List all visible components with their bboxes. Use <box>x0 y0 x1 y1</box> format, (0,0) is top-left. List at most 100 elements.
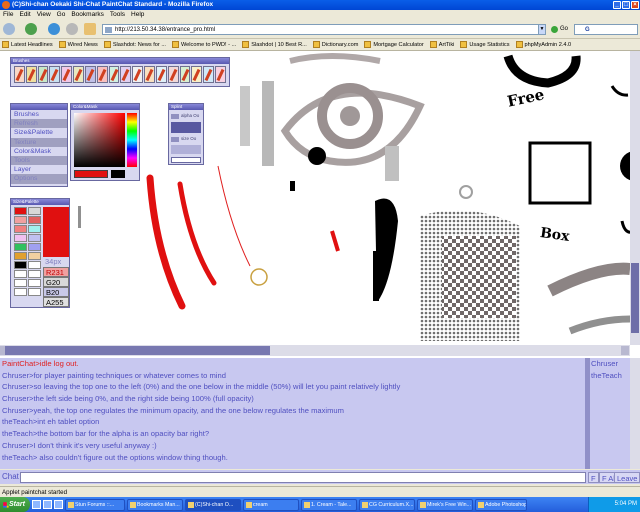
palette-swatch[interactable] <box>28 261 41 269</box>
tools-panel[interactable]: Brushes Refresh Size&Palette Texture Col… <box>10 103 68 187</box>
dodge-brush[interactable] <box>84 66 96 83</box>
chat-input[interactable] <box>20 472 586 483</box>
color-mask-panel[interactable]: Color&Mask <box>70 103 140 181</box>
tool-layer[interactable]: Layer <box>11 165 67 174</box>
bookmark-item[interactable]: Latest Headlines <box>0 39 57 50</box>
brushes-panel[interactable]: Brushes <box>10 57 230 87</box>
alpha-slider[interactable]: alpha Oo <box>169 113 203 119</box>
start-button[interactable]: Start <box>0 497 30 512</box>
menu-view[interactable]: View <box>37 10 51 20</box>
bookmark-item[interactable]: ArtTiki <box>428 39 459 50</box>
home-icon[interactable] <box>84 23 96 35</box>
opacity-bar[interactable] <box>171 157 201 163</box>
palette-swatch[interactable] <box>28 288 41 296</box>
palette-swatch[interactable] <box>14 252 27 260</box>
palette-swatch[interactable] <box>14 225 27 233</box>
alpha-value[interactable]: A255 <box>43 297 69 307</box>
bookmark-item[interactable]: Mortgage Calculator <box>362 39 427 50</box>
palette-swatch[interactable] <box>28 207 41 215</box>
taskbar-item[interactable]: 1. Cream - Tale... <box>301 498 357 511</box>
taskbar-item[interactable]: CG Curriculum.X... <box>359 498 415 511</box>
burn-brush[interactable] <box>96 66 108 83</box>
alpha-panel[interactable]: Splint alpha Oo size Oo <box>168 103 204 165</box>
palette-swatch[interactable] <box>28 279 41 287</box>
menu-help[interactable]: Help <box>131 10 144 20</box>
palette-swatch[interactable] <box>28 234 41 242</box>
taskbar-item[interactable]: Adobe Photoshop <box>475 498 527 511</box>
close-button[interactable]: × <box>631 1 639 9</box>
palette-swatch[interactable] <box>14 234 27 242</box>
bookmark-item[interactable]: Wired News <box>57 39 102 50</box>
current-color-swatch[interactable] <box>74 170 108 178</box>
maximize-button[interactable]: □ <box>622 1 630 9</box>
minimize-button[interactable]: _ <box>613 1 621 9</box>
tool-tools[interactable]: Tools <box>11 155 67 166</box>
palette-swatch[interactable] <box>14 288 27 296</box>
url-dropdown-icon[interactable]: ▼ <box>538 24 546 35</box>
halftone-brush[interactable] <box>120 66 132 83</box>
canvas-vertical-scrollbar[interactable] <box>630 51 640 345</box>
mask-color-swatch[interactable] <box>111 170 125 178</box>
palette-swatch[interactable] <box>14 207 27 215</box>
red-value[interactable]: R231 <box>43 267 69 277</box>
hue-slider[interactable] <box>127 113 137 167</box>
taskbar-item[interactable]: cream <box>243 498 299 511</box>
scroll-right-arrow[interactable] <box>621 346 629 355</box>
smudge-brush[interactable] <box>73 66 84 83</box>
menu-bookmarks[interactable]: Bookmarks <box>71 10 104 20</box>
bookmark-item[interactable]: Dictionary.com <box>311 39 363 50</box>
tool-brushes[interactable]: Brushes <box>11 110 67 119</box>
alpha-bar[interactable] <box>171 122 201 133</box>
f-button[interactable]: F <box>588 472 599 483</box>
palette-swatch[interactable] <box>14 216 27 224</box>
blur-brush[interactable] <box>61 66 73 83</box>
reload-icon[interactable] <box>48 23 60 35</box>
stop-icon[interactable] <box>66 23 78 35</box>
bookmark-item[interactable]: phpMyAdmin 2.4.0 <box>514 39 576 50</box>
menu-edit[interactable]: Edit <box>19 10 30 20</box>
quicklaunch-desktop-icon[interactable] <box>32 500 41 509</box>
palette-swatch[interactable] <box>14 270 27 278</box>
menu-file[interactable]: File <box>3 10 13 20</box>
taskbar-item[interactable]: Mirek's Free Win... <box>417 498 473 511</box>
pencil-brush[interactable] <box>14 66 25 83</box>
back-arrow-icon[interactable] <box>3 23 15 35</box>
scrollbar-thumb[interactable] <box>631 263 639 333</box>
user-item[interactable]: Chruser <box>591 358 630 370</box>
tool-refresh[interactable]: Refresh <box>11 119 67 129</box>
search-input[interactable]: G <box>574 24 638 35</box>
leave-button[interactable]: Leave <box>614 472 640 483</box>
palette-grid[interactable] <box>14 207 42 296</box>
clock[interactable]: 5:04 PM <box>615 501 637 507</box>
forward-arrow-icon[interactable] <box>25 23 37 35</box>
go-button[interactable]: Go <box>551 24 571 35</box>
palette-swatch[interactable] <box>28 216 41 224</box>
tool-texture[interactable]: Texture <box>11 137 67 147</box>
quicklaunch-media-icon[interactable] <box>54 500 63 509</box>
user-item[interactable]: theTeach <box>591 370 630 382</box>
pattern-brush[interactable] <box>144 66 155 83</box>
tool-size-palette[interactable]: Size&Palette <box>11 128 67 137</box>
taskbar-item[interactable]: Stun Forums ::... <box>65 498 125 511</box>
line-brush[interactable] <box>155 66 167 83</box>
pen-brush[interactable] <box>25 66 37 83</box>
color-picker-square[interactable] <box>74 113 125 167</box>
green-value[interactable]: G20 <box>43 277 69 287</box>
palette-swatch[interactable] <box>28 225 41 233</box>
drawing-canvas[interactable]: Free Box <box>0 51 630 345</box>
palette-swatch[interactable] <box>28 270 41 278</box>
texture-brush[interactable] <box>132 66 144 83</box>
canvas-horizontal-scrollbar[interactable] <box>0 345 630 356</box>
bookmark-item[interactable]: Usage Statistics <box>458 39 513 50</box>
scrollbar-thumb[interactable] <box>5 346 270 355</box>
tool-options[interactable]: Options <box>11 174 67 184</box>
size-bar[interactable] <box>171 145 201 154</box>
user-list[interactable]: Chruser theTeach <box>590 358 630 469</box>
palette-swatch[interactable] <box>14 261 27 269</box>
user-list-scrollbar[interactable] <box>630 358 640 469</box>
palette-swatch[interactable] <box>14 279 27 287</box>
eraser-brush[interactable] <box>203 66 215 83</box>
watercolor-brush[interactable] <box>49 66 61 83</box>
blue-value[interactable]: B20 <box>43 287 69 297</box>
menu-tools[interactable]: Tools <box>110 10 125 20</box>
